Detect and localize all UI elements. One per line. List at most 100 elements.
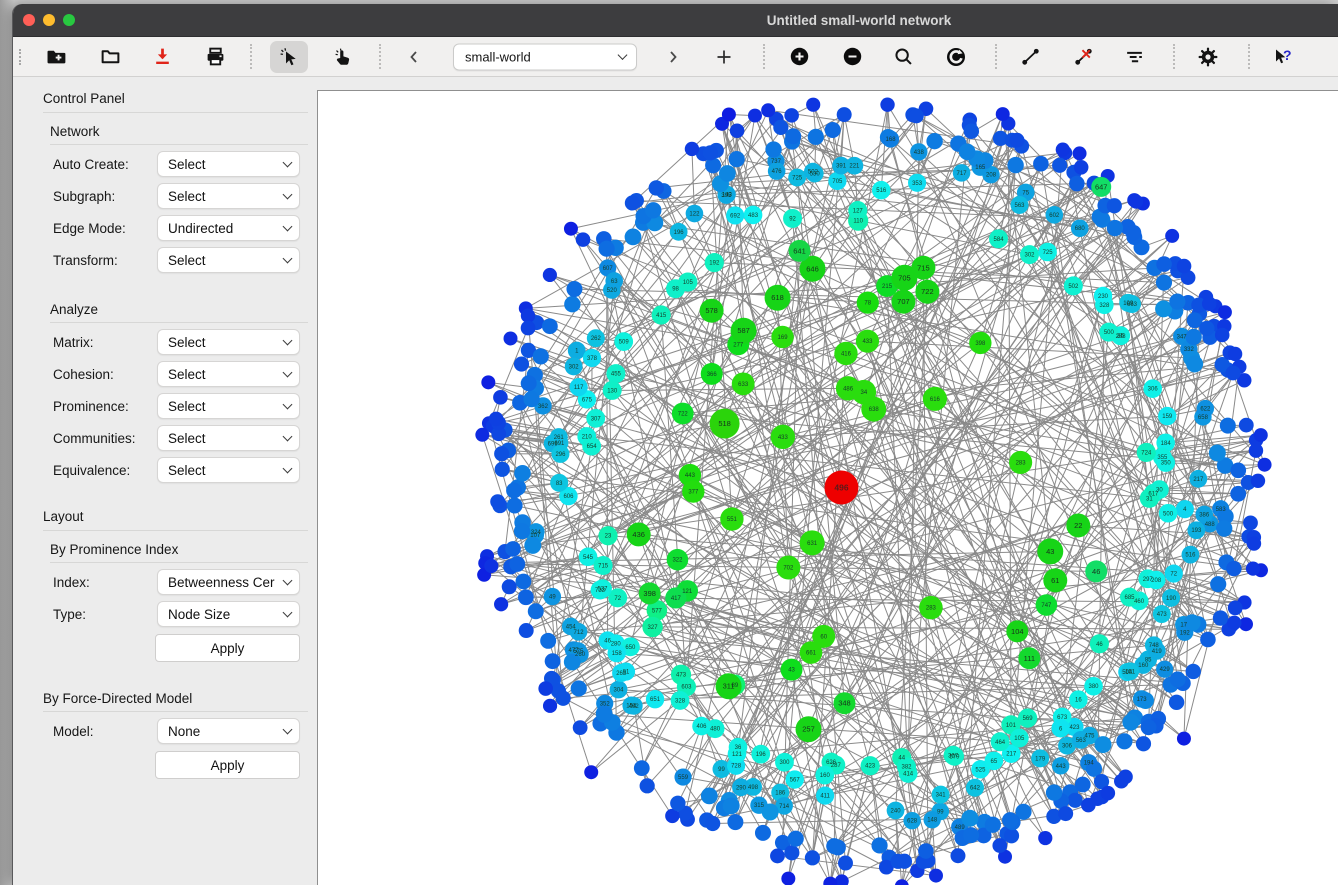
svg-text:302: 302 (1025, 253, 1036, 259)
relations-button[interactable] (937, 41, 975, 73)
new-network-button[interactable] (38, 41, 76, 73)
svg-text:65: 65 (991, 759, 998, 765)
equivalence-select[interactable]: Select (157, 457, 300, 483)
toolbar-grip[interactable] (19, 49, 21, 65)
svg-text:724: 724 (1141, 450, 1152, 456)
save-network-button[interactable] (143, 41, 181, 73)
matrix-select[interactable]: Select (157, 329, 300, 355)
edge-mode-select[interactable]: Undirected (157, 215, 300, 241)
select-mode-button[interactable] (270, 41, 308, 73)
svg-text:587: 587 (737, 326, 750, 335)
svg-text:283: 283 (1016, 460, 1027, 466)
svg-text:584: 584 (994, 237, 1005, 243)
context-help-button[interactable]: ? (1263, 41, 1301, 73)
svg-text:60: 60 (820, 634, 827, 640)
svg-text:509: 509 (619, 340, 630, 346)
svg-text:230: 230 (1098, 294, 1109, 300)
remove-node-button[interactable] (833, 41, 871, 73)
svg-text:685: 685 (1125, 595, 1136, 601)
svg-text:215: 215 (882, 284, 893, 290)
svg-text:173: 173 (1137, 697, 1148, 703)
prominence-select[interactable]: Select (157, 393, 300, 419)
svg-text:733: 733 (595, 588, 606, 594)
force-apply-button[interactable]: Apply (155, 751, 300, 779)
svg-text:85: 85 (1117, 334, 1124, 340)
add-node-button[interactable] (780, 41, 818, 73)
next-relation-button[interactable] (658, 41, 688, 73)
find-node-button[interactable] (884, 41, 922, 73)
svg-text:628: 628 (907, 819, 918, 825)
open-network-button[interactable] (91, 41, 129, 73)
svg-text:46: 46 (1092, 567, 1100, 576)
svg-text:419: 419 (1152, 649, 1163, 655)
model-select[interactable]: None (157, 718, 300, 744)
svg-text:583: 583 (1216, 507, 1227, 513)
communities-select[interactable]: Select (157, 425, 300, 451)
svg-text:302: 302 (569, 364, 580, 370)
relation-combo[interactable]: small-world (453, 43, 637, 70)
pan-mode-button[interactable] (323, 41, 361, 73)
svg-text:110: 110 (853, 219, 863, 225)
transform-select[interactable]: Select (157, 247, 300, 273)
svg-text:423: 423 (1069, 725, 1080, 731)
relation-combo-value: small-world (454, 49, 619, 64)
close-button[interactable] (23, 14, 35, 26)
model-label: Model: (53, 724, 157, 739)
svg-text:158: 158 (612, 651, 623, 657)
svg-text:78: 78 (864, 301, 871, 307)
add-edge-button[interactable] (1011, 41, 1049, 73)
index-select[interactable]: Betweenness Cer (157, 569, 300, 595)
chevron-down-icon (283, 399, 293, 409)
svg-text:104: 104 (1011, 627, 1024, 636)
svg-text:169: 169 (778, 335, 789, 341)
svg-text:707: 707 (897, 297, 910, 306)
svg-text:217: 217 (1006, 752, 1017, 758)
network-visualization[interactable]: 4433986331212834335774311043361663137734… (318, 91, 1338, 885)
svg-text:353: 353 (912, 181, 923, 187)
settings-button[interactable] (1189, 41, 1227, 73)
svg-text:567: 567 (790, 778, 801, 784)
minimize-button[interactable] (43, 14, 55, 26)
svg-text:23: 23 (605, 534, 612, 540)
auto-create-select[interactable]: Select (157, 151, 300, 177)
chevron-down-icon (283, 157, 293, 167)
previous-relation-button[interactable] (399, 41, 429, 73)
svg-text:631: 631 (807, 541, 818, 547)
chevron-down-icon (283, 607, 293, 617)
svg-text:488: 488 (1205, 522, 1216, 528)
svg-text:34: 34 (861, 390, 868, 396)
svg-text:626: 626 (826, 760, 837, 766)
svg-text:121: 121 (682, 589, 693, 595)
print-network-button[interactable] (196, 41, 234, 73)
remove-edge-button[interactable] (1064, 41, 1102, 73)
svg-text:382: 382 (902, 765, 913, 771)
traffic-lights (23, 14, 75, 26)
svg-text:328: 328 (1099, 303, 1110, 309)
zoom-button[interactable] (63, 14, 75, 26)
svg-text:705: 705 (898, 273, 911, 282)
force-directed-title: By Force-Directed Model (43, 691, 308, 712)
filter-edges-button[interactable] (1115, 41, 1153, 73)
svg-text:575: 575 (573, 649, 584, 655)
add-relation-button[interactable] (705, 41, 743, 73)
cohesion-select[interactable]: Select (157, 361, 300, 387)
svg-text:315: 315 (754, 803, 765, 809)
svg-text:130: 130 (607, 388, 618, 394)
rotate-relations-icon (945, 46, 967, 68)
title-bar[interactable]: Untitled small-world network (13, 4, 1338, 37)
chevron-down-icon (283, 431, 293, 441)
svg-text:17: 17 (1180, 623, 1187, 629)
svg-text:475: 475 (1085, 734, 1096, 740)
type-select[interactable]: Node Size (157, 601, 300, 627)
gear-icon (1197, 46, 1219, 68)
subgraph-select[interactable]: Select (157, 183, 300, 209)
svg-text:705: 705 (832, 179, 843, 185)
svg-text:725: 725 (792, 175, 803, 181)
svg-text:350: 350 (1161, 461, 1172, 467)
graph-canvas[interactable]: 4433986331212834335774311043361663137734… (317, 90, 1338, 885)
svg-text:476: 476 (772, 169, 783, 175)
filter-icon (1124, 46, 1145, 67)
svg-text:728: 728 (731, 764, 742, 770)
svg-text:352: 352 (600, 701, 611, 707)
prominence-apply-button[interactable]: Apply (155, 634, 300, 662)
